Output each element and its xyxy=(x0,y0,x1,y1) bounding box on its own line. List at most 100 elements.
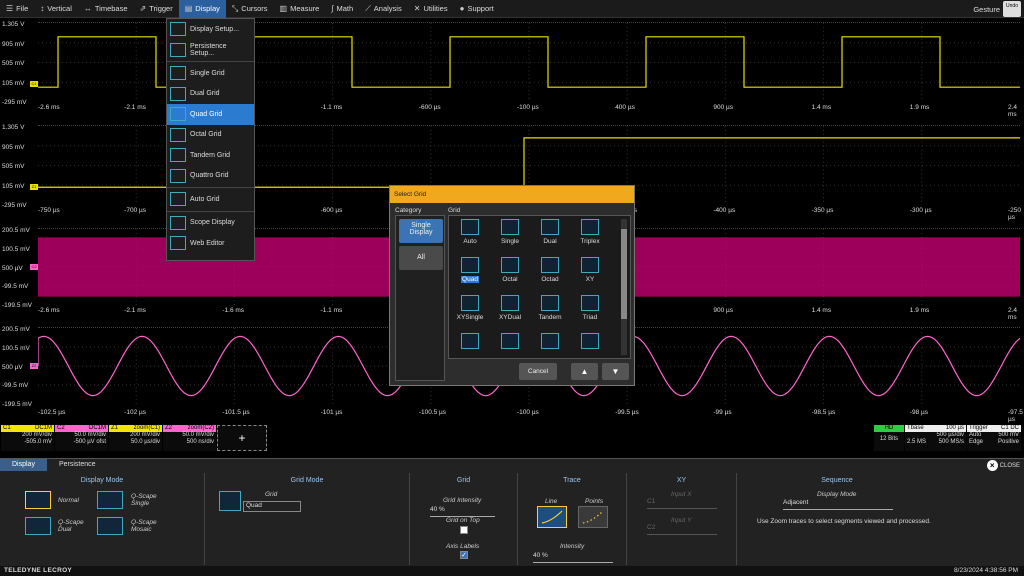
menu-analysis[interactable]: ⟋ Analysis xyxy=(359,0,408,18)
qscape-single-button[interactable] xyxy=(97,491,123,509)
grid-option-xysingle[interactable]: XYSingle xyxy=(450,293,490,331)
dropdown-item-label: Single Grid xyxy=(190,69,225,77)
grid-intensity-label: Grid Intensity xyxy=(443,497,482,504)
menu-label: File xyxy=(16,4,29,13)
tab-persistence[interactable]: Persistence xyxy=(47,459,108,471)
dropdown-item-scope-display[interactable]: Scope Display xyxy=(167,213,254,234)
grid-option-label: XYDual xyxy=(498,314,522,321)
dropdown-item-quad-grid[interactable]: Quad Grid xyxy=(167,104,254,125)
x-tick-label: -101.5 µs xyxy=(222,409,250,416)
channel-tile-c2[interactable]: C2 DC1M 50.0 mV/div -500 µV ofst xyxy=(55,425,108,451)
dropdown-item-quattro-grid[interactable]: Quattro Grid xyxy=(167,166,254,187)
menu-cursors[interactable]: ⤡ Cursors xyxy=(226,0,274,18)
cancel-button[interactable]: Cancel xyxy=(519,363,557,380)
dropdown-item-label: Quad Grid xyxy=(190,110,223,118)
dropdown-item-label: Scope Display xyxy=(190,219,235,227)
menu-trigger[interactable]: ⇗ Trigger xyxy=(134,0,179,18)
menu-separator xyxy=(167,61,254,62)
undo-button[interactable]: Undo xyxy=(1003,1,1021,17)
grid-option-xydual[interactable]: XYDual xyxy=(490,293,530,331)
category-all[interactable]: All xyxy=(399,246,443,270)
menu-measure[interactable]: ▥ Measure xyxy=(274,0,326,18)
grid-on-top-checkbox[interactable] xyxy=(460,526,468,534)
channel-tile-z1[interactable]: Z1 zoom(C1) 200 mV/div 50.0 µs/div xyxy=(109,425,162,451)
qscape-dual-button[interactable] xyxy=(25,517,51,535)
menu-display[interactable]: ▤ Display xyxy=(178,0,226,18)
grid-list-scrollbar[interactable] xyxy=(621,219,627,355)
octad-grid-icon xyxy=(541,257,559,273)
trace-line-button[interactable] xyxy=(537,506,567,528)
trigger-tile[interactable]: Trigger C1 DC Auto 500 mV Edge Positive xyxy=(967,425,1021,451)
bits-label: 12 Bits xyxy=(879,436,899,442)
axis-labels-checkbox[interactable]: ✓ xyxy=(460,551,468,559)
dropdown-item-single-grid[interactable]: Single Grid xyxy=(167,63,254,84)
menu-math[interactable]: ∫ Math xyxy=(325,0,359,18)
menu-timebase[interactable]: ↔ Timebase xyxy=(78,0,134,18)
grid-option-triad[interactable]: Triad xyxy=(570,293,610,331)
trace-intensity-field[interactable]: 40 % xyxy=(533,552,613,563)
tab-display[interactable]: Display xyxy=(0,459,47,471)
timebase-tile[interactable]: Tbase 100 µs 500 µs/div 2.5 MS 500 MS/s xyxy=(905,425,966,451)
channel-tile-z2[interactable]: Z2 zoom(C2) 50.0 mV/div 500 ns/div xyxy=(163,425,216,451)
dropdown-item-display-setup-[interactable]: Display Setup... xyxy=(167,19,254,40)
menu-utilities[interactable]: ✕ Utilities xyxy=(408,0,454,18)
dropdown-item-tandem-grid[interactable]: Tandem Grid xyxy=(167,145,254,166)
add-trace-button[interactable]: + xyxy=(217,425,267,451)
category-single-display[interactable]: Single Display xyxy=(399,219,443,243)
menu-file[interactable]: ☰ File xyxy=(0,0,34,18)
scroll-down-button[interactable]: ▼ xyxy=(602,363,629,380)
menu-vertical[interactable]: ↕ Vertical xyxy=(34,0,78,18)
menu-support[interactable]: ● Support xyxy=(454,0,500,18)
grid-option-label: Auto xyxy=(463,238,477,245)
grid-option-label: Octad xyxy=(541,276,559,283)
axis-labels-label: Axis Labels xyxy=(446,543,480,550)
gesture-button[interactable]: Gesture xyxy=(973,5,1000,14)
input-x-label: Input X xyxy=(671,491,692,498)
menu-label: Vertical xyxy=(47,4,72,13)
dropdown-item-dual-grid[interactable]: Dual Grid xyxy=(167,84,254,105)
quad-grid-icon[interactable] xyxy=(219,491,241,511)
grid-option-auto[interactable]: Auto xyxy=(450,217,490,255)
sequence-mode-field[interactable]: Adjacent xyxy=(783,499,893,510)
input-x-field[interactable]: C1 xyxy=(647,498,717,509)
channel-marker[interactable]: C2 xyxy=(30,263,38,270)
dropdown-item-web-editor[interactable]: Web Editor xyxy=(167,233,254,254)
grid-option-more[interactable] xyxy=(570,331,610,358)
scroll-up-button[interactable]: ▲ xyxy=(571,363,598,380)
trace-points-button[interactable] xyxy=(578,506,608,528)
channel-tile-c1[interactable]: C1 DC1M 200 mV/div -505.0 mV xyxy=(1,425,54,451)
grid-option-octal[interactable]: Octal xyxy=(490,255,530,293)
channel-marker[interactable]: Z2 xyxy=(30,362,38,369)
channel-marker[interactable]: Z1 xyxy=(30,184,38,190)
channel-marker[interactable]: C1 xyxy=(30,81,38,87)
grid-option-octad[interactable]: Octad xyxy=(530,255,570,293)
grid-option-tandem[interactable]: Tandem xyxy=(530,293,570,331)
menu-icon: ⟋ xyxy=(365,3,371,13)
grid-option-more[interactable] xyxy=(490,331,530,358)
grid-option-more[interactable] xyxy=(450,331,490,358)
grid-intensity-field[interactable]: 40 % xyxy=(430,506,495,517)
channel-offset: -505.0 mV xyxy=(24,439,52,445)
grid-option-triplex[interactable]: Triplex xyxy=(570,217,610,255)
grid-option-icon xyxy=(501,333,519,349)
grid-option-xy[interactable]: XY xyxy=(570,255,610,293)
line-label: Line xyxy=(545,498,558,505)
grid-mode-title: Grid Mode xyxy=(290,477,324,484)
menu-label: Utilities xyxy=(423,4,448,13)
dropdown-item-auto-grid[interactable]: Auto Grid xyxy=(167,189,254,210)
close-button[interactable]: × CLOSE xyxy=(986,460,1020,471)
normal-mode-button[interactable] xyxy=(25,491,51,509)
qscape-mosaic-button[interactable] xyxy=(97,517,123,535)
menu-label: Timebase xyxy=(94,4,128,13)
grid-option-quad[interactable]: Quad xyxy=(450,255,490,293)
x-tick-label: 1.4 ms xyxy=(811,307,832,314)
grid-option-single[interactable]: Single xyxy=(490,217,530,255)
grid-mode-field[interactable]: Quad xyxy=(243,501,301,512)
input-y-field[interactable]: C2 xyxy=(647,524,717,535)
grid-option-more[interactable] xyxy=(530,331,570,358)
x-tick-label: -700 µs xyxy=(124,207,146,214)
dropdown-item-octal-grid[interactable]: Octal Grid xyxy=(167,125,254,146)
dropdown-item-persistence-setup-[interactable]: Persistence Setup... xyxy=(167,40,254,61)
x-tick-label: 2.4 ms xyxy=(1008,104,1018,118)
grid-option-dual[interactable]: Dual xyxy=(530,217,570,255)
